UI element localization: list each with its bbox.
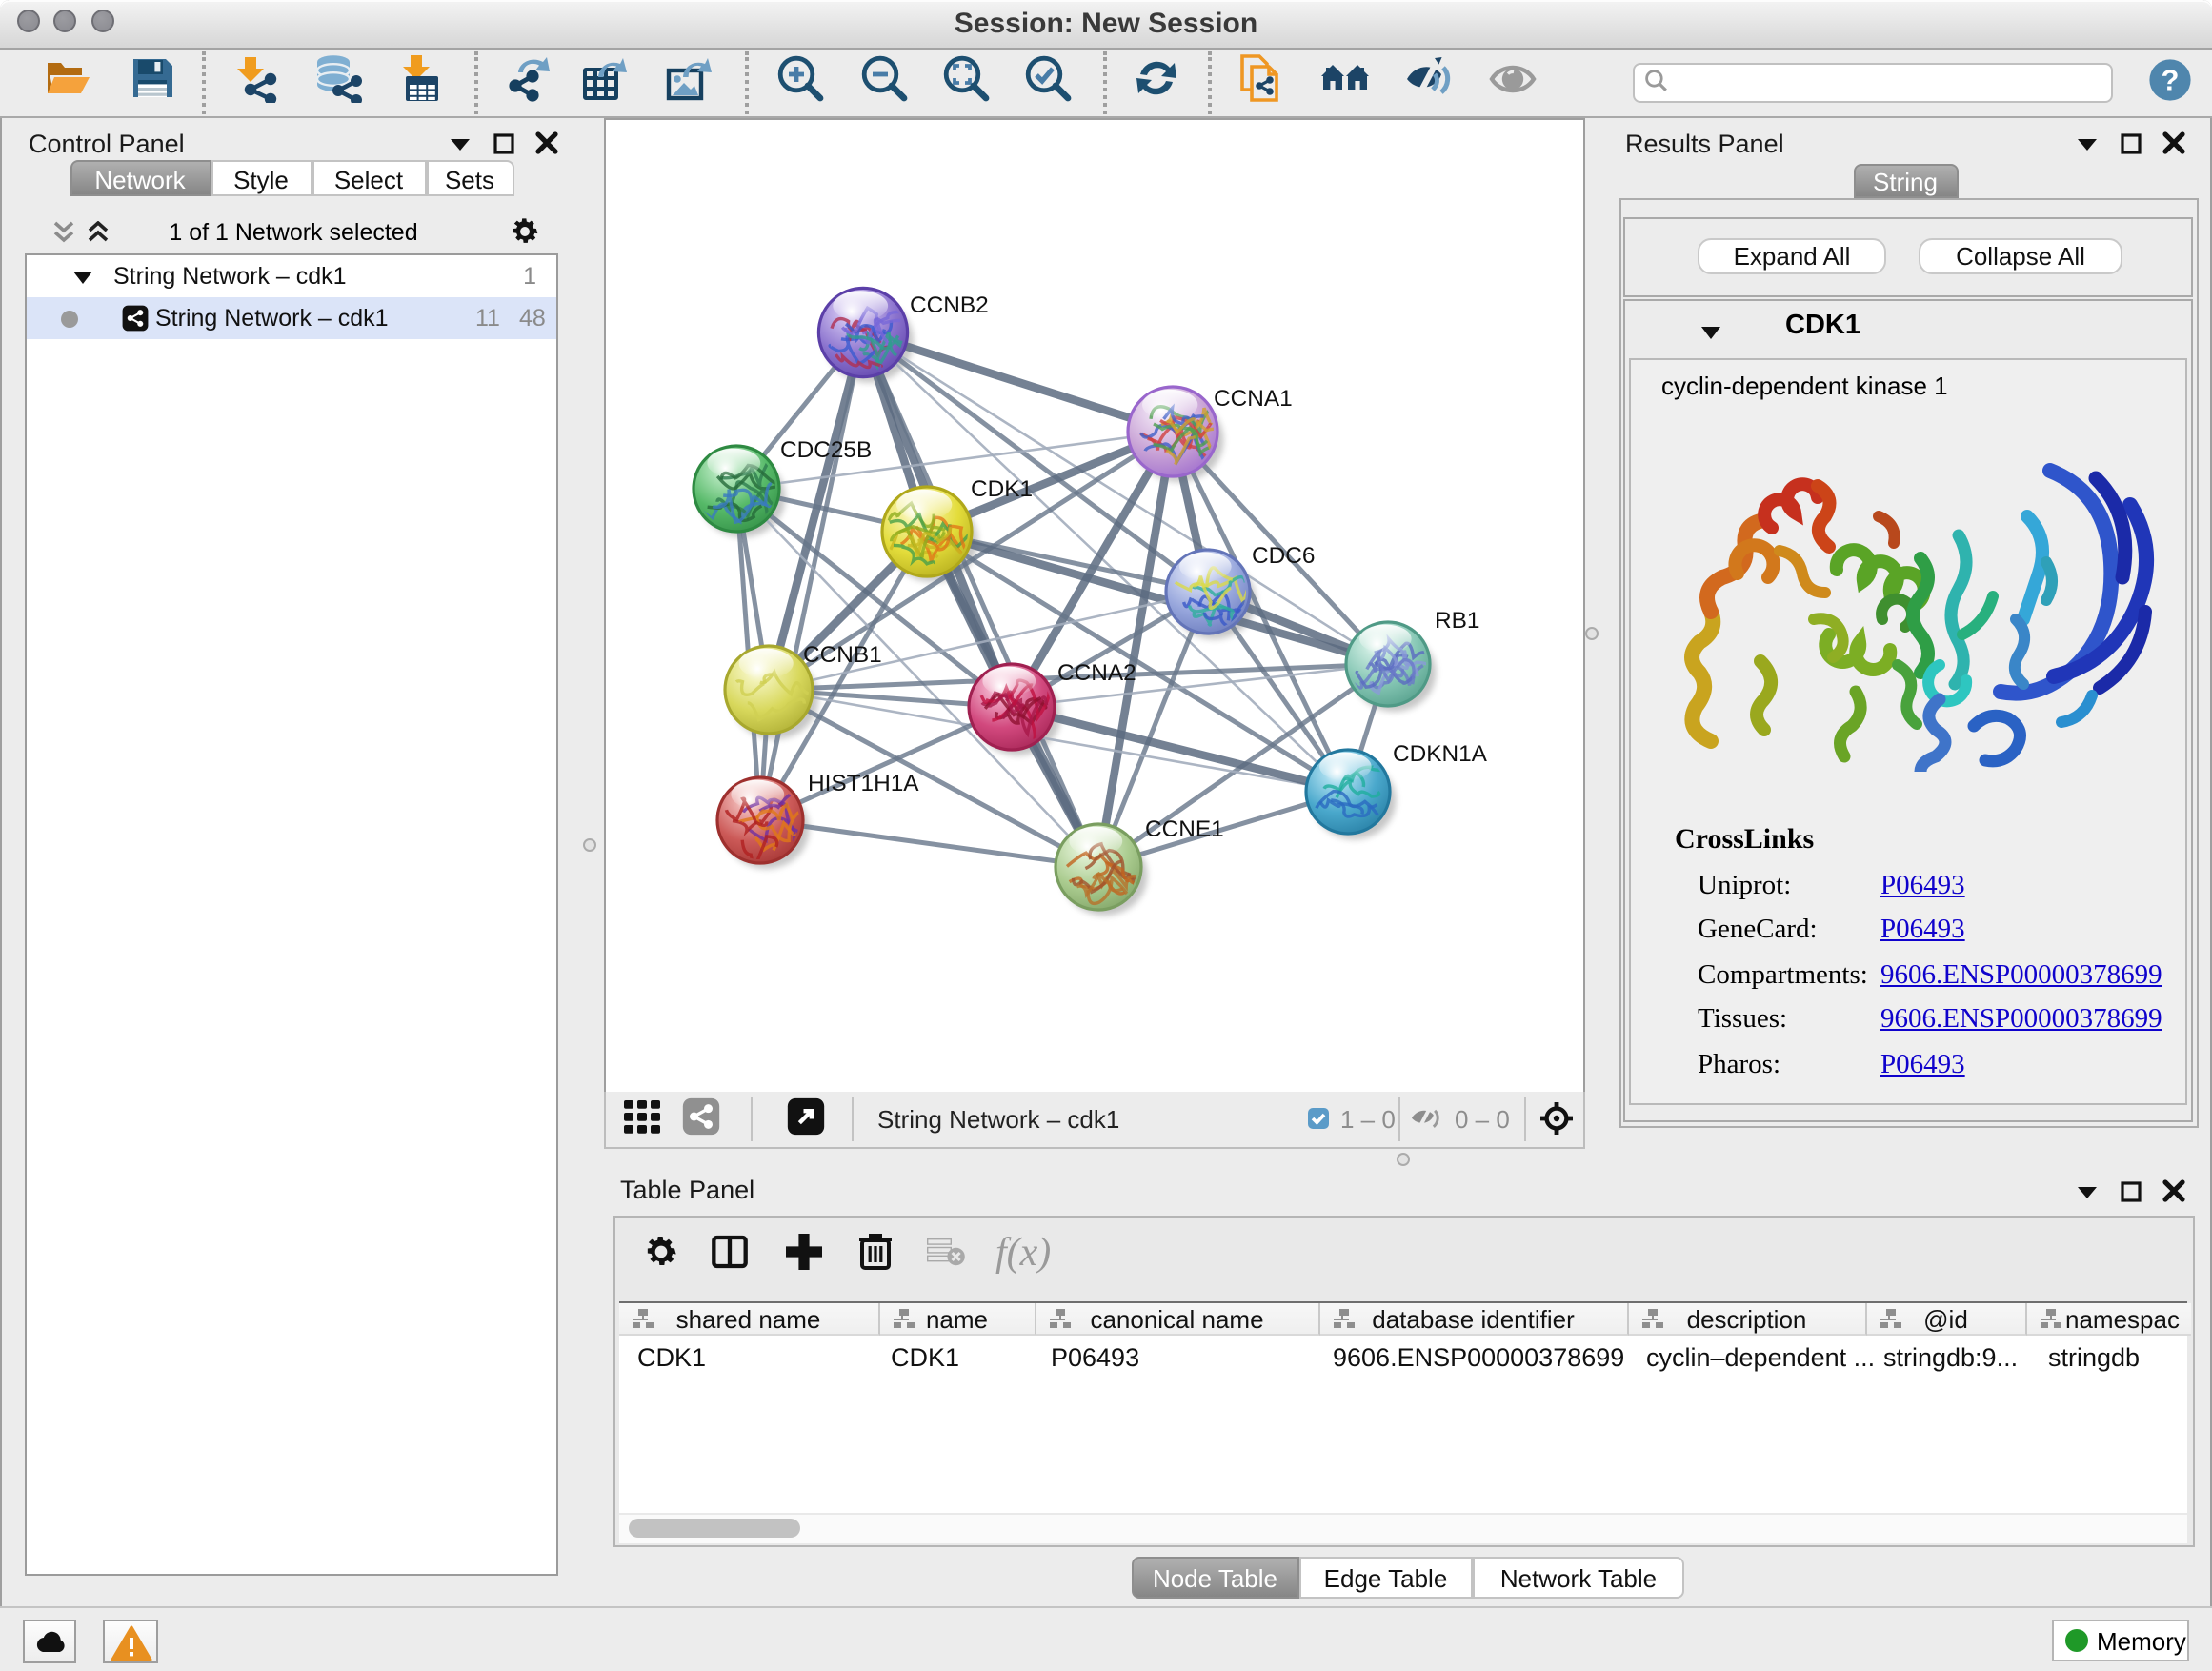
svg-text:CCNB1: CCNB1 <box>802 642 881 668</box>
svg-text:CCNE1: CCNE1 <box>1144 816 1223 842</box>
svg-text:CDC6: CDC6 <box>1251 543 1314 569</box>
svg-text:CCNB2: CCNB2 <box>909 292 988 318</box>
svg-text:CDKN1A: CDKN1A <box>1392 741 1487 767</box>
svg-text:HIST1H1A: HIST1H1A <box>807 771 918 796</box>
svg-text:?: ? <box>2162 63 2180 96</box>
svg-text:CCNA1: CCNA1 <box>1213 386 1292 412</box>
svg-text:CCNA2: CCNA2 <box>1056 660 1136 686</box>
svg-text:CDK1: CDK1 <box>970 476 1032 502</box>
svg-text:RB1: RB1 <box>1434 608 1478 634</box>
svg-text:CDC25B: CDC25B <box>779 437 871 463</box>
